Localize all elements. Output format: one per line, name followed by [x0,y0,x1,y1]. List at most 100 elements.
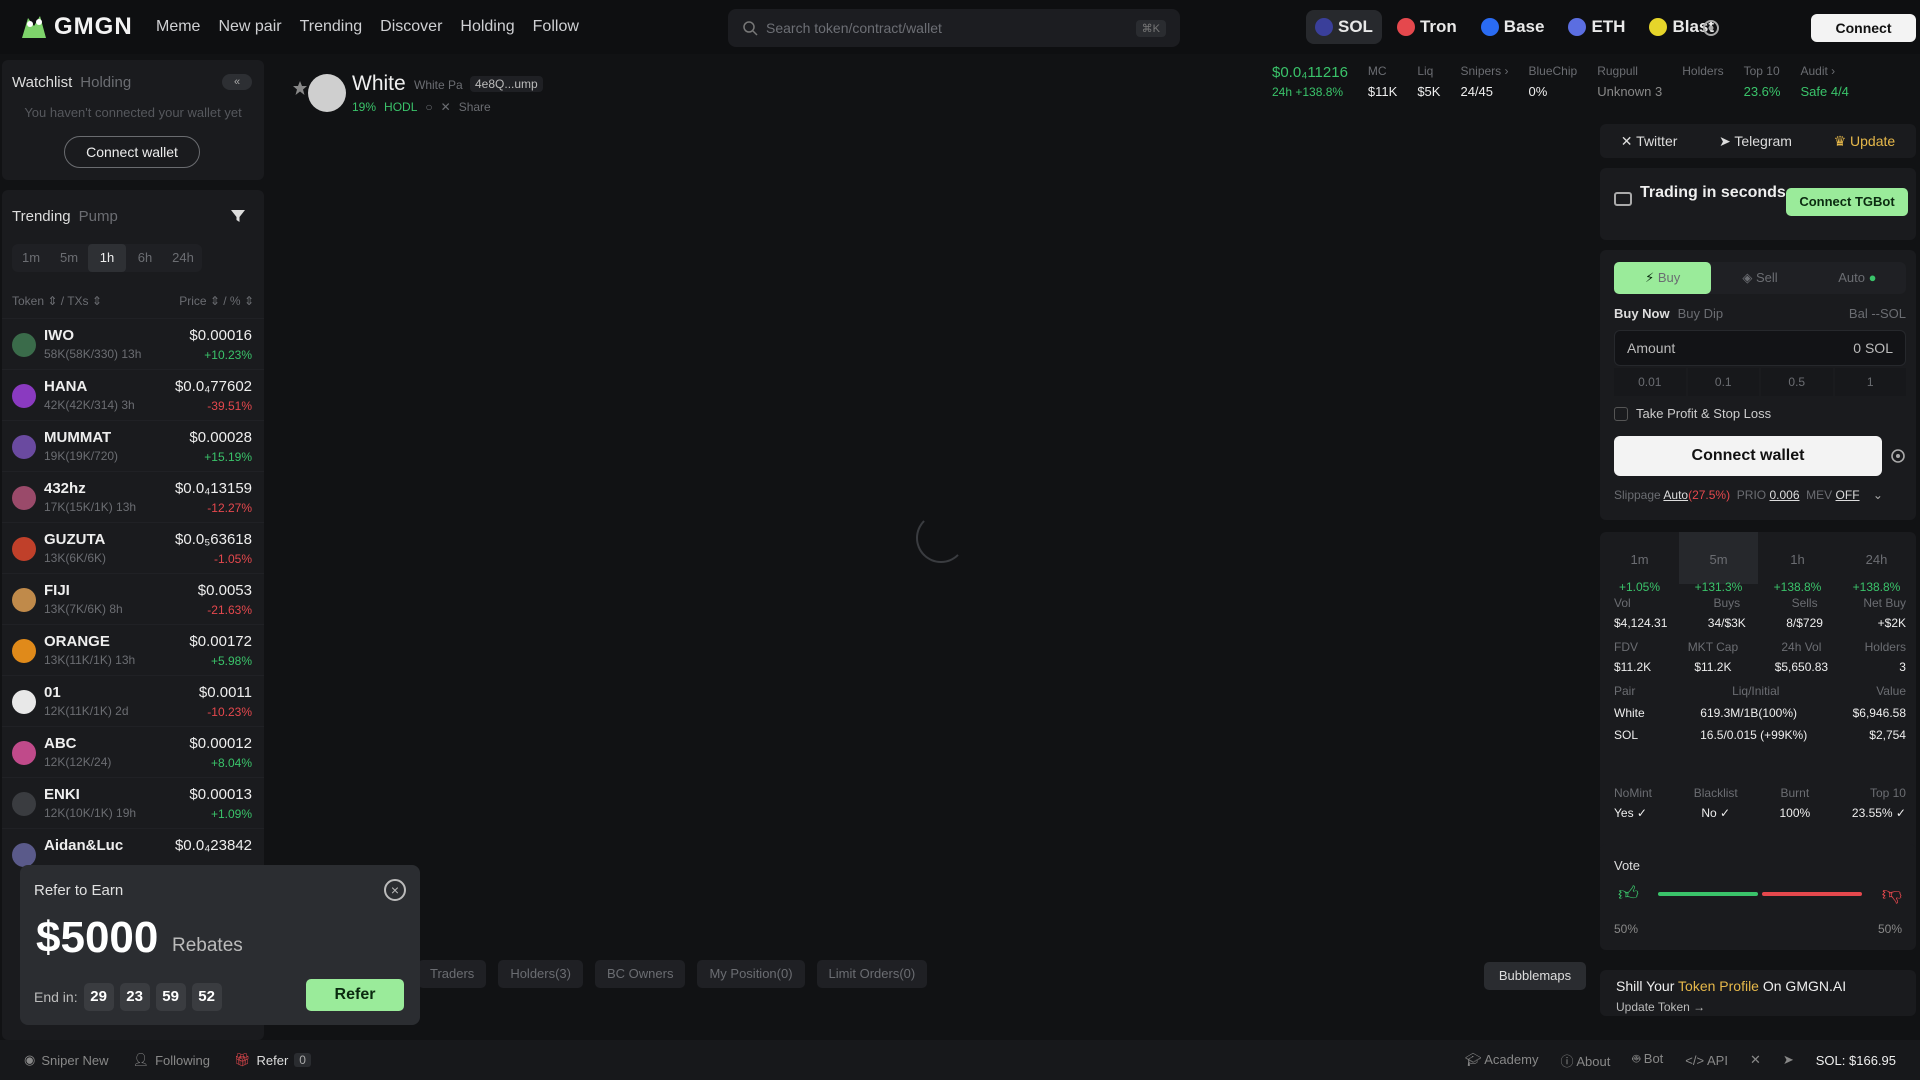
tab-limit-orders[interactable]: Limit Orders(0) [816,960,928,988]
nav-trending[interactable]: Trending [300,18,363,36]
bubblemaps-button[interactable]: Bubblemaps [1484,962,1586,990]
trending-row[interactable]: IWO 58K(58K/330) 13h $0.00016 +10.23% [2,318,264,369]
twitter-link[interactable]: ✕ Twitter [1621,133,1678,150]
tab-holding[interactable]: Holding [80,74,131,91]
chain-base[interactable]: Base [1472,10,1554,44]
following-link[interactable]: 👤︎ Following [133,1052,210,1068]
thumbs-down-icon[interactable]: 👎︎ [1882,882,1902,906]
countdown-minutes: 59 [155,983,186,1011]
nav-holding[interactable]: Holding [460,18,514,36]
nav-discover[interactable]: Discover [380,18,442,36]
connect-tgbot-button[interactable]: Connect TGBot [1786,188,1908,216]
prio-value[interactable]: 0.006 [1769,488,1799,502]
filter-icon[interactable] [230,208,246,224]
x-icon[interactable]: ✕ [1750,1052,1761,1068]
nav-meme[interactable]: Meme [156,18,200,36]
telegram-link[interactable]: ➤ Telegram [1719,133,1792,150]
chevron-down-icon[interactable]: ⌄ [1873,488,1883,502]
sniper-new-link[interactable]: ◉ Sniper New [24,1052,109,1068]
thumbs-up-icon[interactable]: 👍︎ [1618,882,1639,906]
trending-row[interactable]: MUMMAT 19K(19K/720) $0.00028 +15.19% [2,420,264,471]
sec-top10: Top 10 23.55% ✓ [1852,786,1906,820]
nav-new-pair[interactable]: New pair [218,18,281,36]
trending-row[interactable]: ENKI 12K(10K/1K) 19h $0.00013 +1.09% [2,777,264,828]
tab-bc-owners[interactable]: BC Owners [595,960,686,988]
refer-button[interactable]: Refer [306,979,404,1011]
tab-watchlist[interactable]: Watchlist [12,74,72,91]
refer-link[interactable]: 🎁︎ Refer 0 [234,1052,311,1068]
col-token-sort[interactable]: Token ⇕ / TXs ⇕ [12,294,102,308]
api-link[interactable]: </> API [1685,1053,1728,1068]
trending-row[interactable]: ORANGE 13K(11K/1K) 13h $0.00172 +5.98% [2,624,264,675]
trending-row[interactable]: 01 12K(11K/1K) 2d $0.0011 -10.23% [2,675,264,726]
trending-row[interactable]: GUZUTA 13K(6K/6K) $0.0₅63618 -1.05% [2,522,264,573]
token-avatar-icon [12,639,36,663]
telegram-icon[interactable]: ➤ [1783,1052,1794,1068]
countdown-hours: 23 [119,983,150,1011]
auto-toggle[interactable]: Auto ● [1809,262,1906,294]
trending-row[interactable]: 432hz 17K(15K/1K) 13h $0.0₄13159 -12.27% [2,471,264,522]
about-link[interactable]: ⓘ About [1560,1051,1610,1070]
token-full-name: White Pa [414,78,463,92]
period-24h[interactable]: 24h +138.8% [1837,532,1916,594]
watchlist-connect-wallet-button[interactable]: Connect wallet [64,136,200,168]
period-1m[interactable]: 1m +1.05% [1600,532,1679,594]
academy-link[interactable]: 🎓︎ Academy [1465,1052,1539,1068]
amount-input[interactable]: Amount 0 SOL [1614,330,1906,366]
buy-tab[interactable]: ⚡ Buy [1614,262,1712,294]
search-input[interactable]: Search token/contract/wallet ⌘K [728,9,1180,47]
quick-amount-0-5[interactable]: 0.5 [1761,368,1833,396]
twitter-icon[interactable]: ✕ [441,100,451,114]
period-1h[interactable]: 1h +138.8% [1758,532,1837,594]
trending-row[interactable]: FIJI 13K(7K/6K) 8h $0.0053 -21.63% [2,573,264,624]
chain-sol[interactable]: SOL [1306,10,1382,44]
trending-row[interactable]: ABC 12K(12K/24) $0.00012 +8.04% [2,726,264,777]
tab-trending[interactable]: Trending [12,208,71,225]
slippage-value[interactable]: Auto [1663,488,1688,502]
tab-traders[interactable]: Traders [418,960,487,988]
quick-amount-0-1[interactable]: 0.1 [1687,368,1759,396]
logo[interactable]: GMGN [18,12,140,42]
timeframe-1h[interactable]: 1h [88,244,126,272]
trade-connect-wallet-button[interactable]: Connect wallet [1614,436,1882,476]
col-price-sort[interactable]: Price ⇕ / % ⇕ [179,294,254,308]
token-txs: 42K(42K/314) 3h [44,398,135,412]
quick-amount-1[interactable]: 1 [1834,368,1906,396]
connect-button[interactable]: Connect [1811,14,1916,42]
tab-holders[interactable]: Holders(3) [498,960,583,988]
update-link[interactable]: ♛ Update [1834,133,1896,150]
chain-tron[interactable]: Tron [1388,10,1466,44]
mev-value[interactable]: OFF [1836,488,1860,502]
tab-pump[interactable]: Pump [79,208,118,225]
timeframe-24h[interactable]: 24h [164,244,202,272]
chain-eth[interactable]: ETH [1559,10,1634,44]
buy-dip-tab[interactable]: Buy Dip [1678,306,1724,321]
share-link[interactable]: Share [459,100,491,114]
buy-now-tab[interactable]: Buy Now [1614,306,1670,321]
nav-follow[interactable]: Follow [533,18,579,36]
close-icon[interactable]: × [384,879,406,901]
stat-snipers[interactable]: Snipers › 24/45 [1460,64,1508,102]
timeframe-5m[interactable]: 5m [50,244,88,272]
main-content: White White Pa 4e8Q...ump 19% HODL ○ ✕ S… [272,54,1598,1040]
timeframe-6h[interactable]: 6h [126,244,164,272]
sell-tab[interactable]: ◈ Sell [1711,262,1808,294]
collapse-icon[interactable]: « [222,74,252,90]
update-token-link[interactable]: Update Token → [1616,1000,1705,1014]
timeframe-1m[interactable]: 1m [12,244,50,272]
tpsl-checkbox[interactable]: Take Profit & Stop Loss [1614,406,1771,421]
tab-my-position[interactable]: My Position(0) [697,960,805,988]
quick-amounts: 0.01 0.1 0.5 1 [1614,368,1906,396]
following-label: Following [155,1052,210,1068]
bot-link[interactable]: 🤖︎ Bot [1632,1051,1663,1069]
trending-row[interactable]: HANA 42K(42K/314) 3h $0.0₄77602 -39.51% [2,369,264,420]
period-5m[interactable]: 5m +131.3% [1679,532,1758,594]
favorite-star-icon[interactable] [292,80,308,96]
settings-gear-icon[interactable] [1701,18,1721,38]
contract-address-copy[interactable]: 4e8Q...ump [470,76,543,92]
trade-settings-gear-icon[interactable] [1890,448,1906,464]
buy-mode-row: Buy Now Buy Dip Bal --SOL [1614,306,1906,321]
search-icon[interactable]: ○ [425,100,432,114]
footer-bar: ◉ Sniper New 👤︎ Following 🎁︎ Refer 0 🎓︎ Acad… [0,1040,1920,1080]
quick-amount-0-01[interactable]: 0.01 [1614,368,1686,396]
